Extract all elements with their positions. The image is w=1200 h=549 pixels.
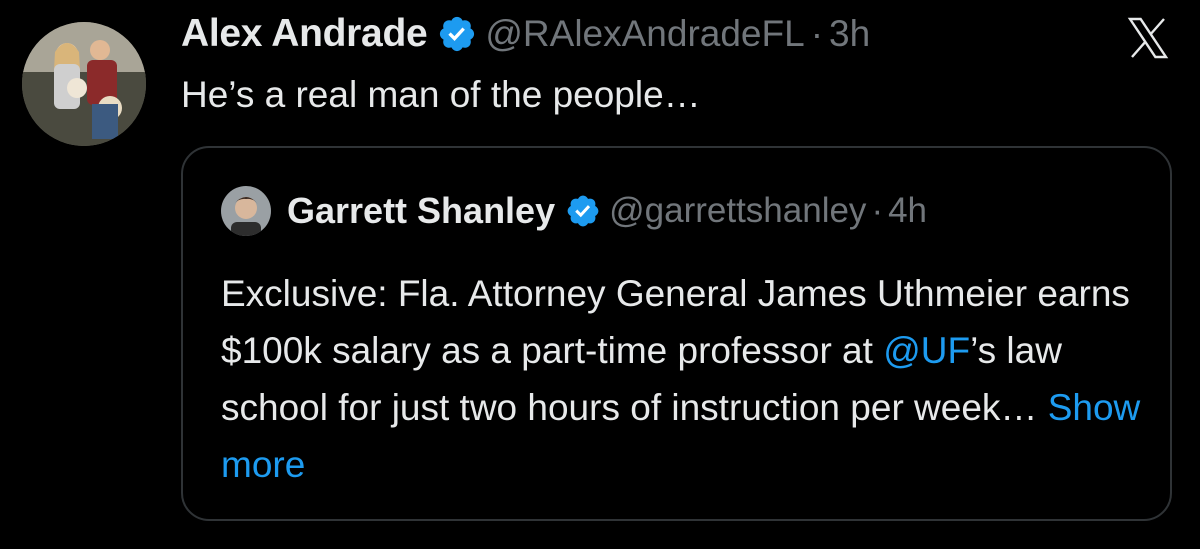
- quoted-tweet-header: Garrett Shanley @garrettshanley · 4h: [221, 186, 927, 236]
- quoted-author-name[interactable]: Garrett Shanley: [287, 190, 555, 232]
- quoted-author-handle[interactable]: @garrettshanley: [609, 191, 866, 231]
- tweet-timestamp[interactable]: 3h: [829, 13, 870, 55]
- separator-dot: ·: [810, 13, 824, 54]
- quoted-tweet-timestamp[interactable]: 4h: [888, 191, 927, 231]
- tweet-header: Alex Andrade @RAlexAndradeFL · 3h: [181, 12, 870, 56]
- x-logo-icon[interactable]: [1123, 14, 1173, 62]
- quoted-author-avatar[interactable]: [221, 186, 271, 236]
- author-handle[interactable]: @RAlexAndradeFL: [485, 13, 804, 55]
- separator-dot: ·: [871, 191, 884, 230]
- quoted-tweet[interactable]: Garrett Shanley @garrettshanley · 4h Exc…: [181, 146, 1172, 521]
- author-name[interactable]: Alex Andrade: [181, 12, 428, 56]
- tweet-text: He’s a real man of the people…: [181, 74, 701, 115]
- quoted-tweet-text: Exclusive: Fla. Attorney General James U…: [221, 265, 1151, 493]
- verified-badge-icon: [440, 16, 475, 52]
- mention-link[interactable]: @UF: [883, 330, 970, 371]
- author-avatar[interactable]: [22, 22, 146, 146]
- verified-badge-icon: [567, 195, 599, 227]
